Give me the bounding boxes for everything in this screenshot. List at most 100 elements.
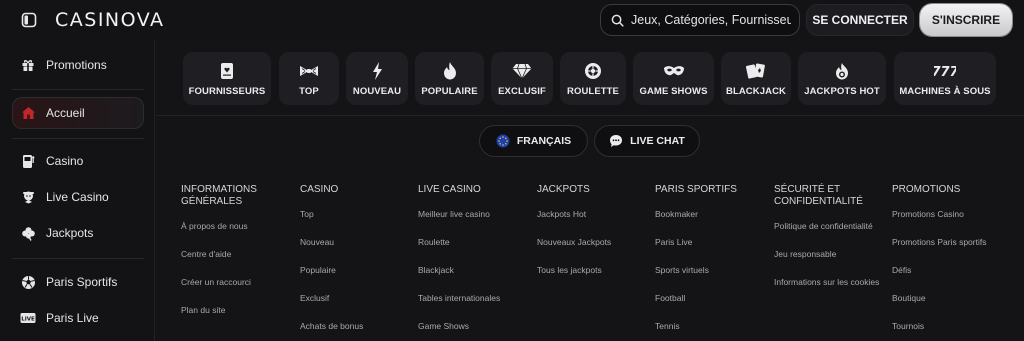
- footer-link[interactable]: Boutique: [892, 292, 1007, 320]
- sidebar-item-paris-sportifs[interactable]: Paris Sportifs: [12, 266, 144, 298]
- main-content: FOURNISSEURS TOP NOUVEAU POPULAIRE EXCLU: [156, 40, 1024, 341]
- category-exclusif[interactable]: EXCLUSIF: [491, 52, 553, 105]
- chat-bubble-icon: [609, 134, 623, 148]
- footer-link[interactable]: Football: [655, 292, 770, 320]
- sidebar-item-promotions[interactable]: Promotions: [12, 49, 144, 81]
- footer-link[interactable]: Tables internationales: [418, 292, 533, 320]
- category-label: JACKPOTS HOT: [804, 85, 880, 97]
- footer-link[interactable]: Sports virtuels: [655, 264, 770, 292]
- category-fournisseurs[interactable]: FOURNISSEURS: [183, 52, 271, 105]
- footer-column-title: PROMOTIONS: [892, 184, 961, 195]
- footer-link[interactable]: Jeu responsable: [774, 248, 889, 276]
- diamond-icon: [512, 61, 532, 81]
- eu-flag-icon: [496, 134, 510, 148]
- footer-link[interactable]: Achats de bonus: [300, 320, 415, 341]
- category-nouveau[interactable]: NOUVEAU: [346, 52, 408, 105]
- sidebar-item-label: Promotions: [46, 58, 107, 72]
- sidebar-item-label: Accueil: [46, 106, 85, 120]
- category-game-shows[interactable]: GAME SHOWS: [633, 52, 714, 105]
- footer-column-jackpots: JACKPOTS Jackpots Hot Nouveaux Jackpots …: [537, 184, 652, 292]
- footer-link[interactable]: Informations sur les cookies: [774, 276, 889, 304]
- footer-link[interactable]: Jackpots Hot: [537, 208, 652, 236]
- footer-link[interactable]: Blackjack: [418, 264, 533, 292]
- provider-icon: [219, 61, 235, 81]
- footer-link[interactable]: Roulette: [418, 236, 533, 264]
- footer-link[interactable]: Meilleur live casino: [418, 208, 533, 236]
- casinova-logo[interactable]: CASINOVA: [55, 9, 165, 31]
- search-icon: [611, 14, 624, 27]
- 777-icon: 777: [934, 61, 956, 81]
- footer-column-live-casino: LIVE CASINO Meilleur live casino Roulett…: [418, 184, 533, 341]
- footer-link[interactable]: Exclusif: [300, 292, 415, 320]
- mask-icon: [663, 61, 685, 81]
- footer-link[interactable]: Game Shows: [418, 320, 533, 341]
- footer-column-title: PARIS SPORTIFS: [655, 184, 737, 195]
- svg-text:777: 777: [934, 65, 956, 78]
- search-input[interactable]: [631, 13, 791, 27]
- sidebar-item-label: Jackpots: [46, 226, 94, 240]
- footer-link[interactable]: Tennis: [655, 320, 770, 341]
- search-box[interactable]: [600, 4, 800, 36]
- footer-link[interactable]: Nouveaux Jackpots: [537, 236, 652, 264]
- footer-column-title: SÉCURITÉ ET CONFIDENTIALITÉ: [774, 184, 863, 207]
- soccer-ball-icon: [20, 274, 36, 290]
- footer-link[interactable]: Promotions Paris sportifs: [892, 236, 1007, 264]
- sidebar-item-live-casino[interactable]: Live Casino: [12, 181, 144, 213]
- footer-column-securite: SÉCURITÉ ET CONFIDENTIALITÉ Politique de…: [774, 184, 889, 304]
- clover-icon: [20, 225, 36, 241]
- footer-column-paris-sportifs: PARIS SPORTIFS Bookmaker Paris Live Spor…: [655, 184, 770, 341]
- sidebar-item-label: Paris Sportifs: [46, 275, 118, 289]
- footer-column-informations: INFORMATIONS GÉNÉRALES À propos de nous …: [181, 184, 296, 332]
- footer-link[interactable]: Défis: [892, 264, 1007, 292]
- login-button[interactable]: SE CONNECTER: [806, 4, 914, 36]
- category-bar: FOURNISSEURS TOP NOUVEAU POPULAIRE EXCLU: [156, 40, 1024, 116]
- lightning-icon: [371, 61, 383, 81]
- sidebar: Promotions Accueil Casino Live Casino Ja…: [0, 40, 155, 341]
- dealer-icon: [20, 189, 36, 205]
- category-label: ROULETTE: [567, 85, 619, 97]
- footer-link[interactable]: Plan du site: [181, 304, 296, 332]
- footer-link[interactable]: Populaire: [300, 264, 415, 292]
- footer-link[interactable]: Bookmaker: [655, 208, 770, 236]
- roulette-icon: [584, 61, 602, 81]
- category-top[interactable]: TOP: [279, 52, 339, 105]
- footer-link[interactable]: Tous les jackpots: [537, 264, 652, 292]
- footer-link[interactable]: Politique de confidentialité: [774, 220, 889, 248]
- category-jackpots-hot[interactable]: JACKPOTS HOT: [798, 52, 886, 105]
- sidebar-item-casino[interactable]: Casino: [12, 145, 144, 177]
- footer-column-promotions: PROMOTIONS Promotions Casino Promotions …: [892, 184, 1007, 341]
- category-roulette[interactable]: ROULETTE: [560, 52, 626, 105]
- footer-link[interactable]: Tournois: [892, 320, 1007, 341]
- top-header: CASINOVA SE CONNECTER S'INSCRIRE: [0, 0, 1024, 40]
- footer-column-title: CASINO: [300, 184, 339, 195]
- footer-link[interactable]: Nouveau: [300, 236, 415, 264]
- live-chat-button[interactable]: LIVE CHAT: [594, 125, 700, 157]
- language-selector[interactable]: FRANÇAIS: [479, 125, 588, 157]
- footer-link[interactable]: Top: [300, 208, 415, 236]
- sidebar-item-label: Paris Live: [46, 311, 99, 325]
- footer-link[interactable]: Créer un raccourci: [181, 276, 296, 304]
- live-icon: LIVE: [20, 310, 36, 326]
- sidebar-item-accueil[interactable]: Accueil: [12, 97, 144, 129]
- footer-link[interactable]: À propos de nous: [181, 220, 296, 248]
- sidebar-divider: [12, 138, 144, 139]
- category-populaire[interactable]: POPULAIRE: [415, 52, 484, 105]
- footer-link[interactable]: Paris Live: [655, 236, 770, 264]
- bow-tie-icon: [299, 61, 319, 81]
- footer-column-title: INFORMATIONS GÉNÉRALES: [181, 184, 257, 207]
- gift-icon: [20, 57, 36, 73]
- sidebar-item-jackpots[interactable]: Jackpots: [12, 217, 144, 249]
- cards-icon: [746, 61, 766, 81]
- category-label: POPULAIRE: [421, 85, 478, 97]
- footer-link[interactable]: Centre d'aide: [181, 248, 296, 276]
- signup-button[interactable]: S'INSCRIRE: [920, 4, 1012, 36]
- sidebar-divider: [12, 258, 144, 259]
- sidebar-toggle-icon[interactable]: [20, 11, 38, 29]
- category-label: BLACKJACK: [725, 85, 786, 97]
- footer-link[interactable]: Promotions Casino: [892, 208, 1007, 236]
- hot-jackpot-icon: [833, 61, 851, 81]
- category-machines-a-sous[interactable]: 777 MACHINES À SOUS: [894, 52, 996, 105]
- sidebar-item-paris-live[interactable]: LIVE Paris Live: [12, 302, 144, 334]
- category-label: GAME SHOWS: [639, 85, 708, 97]
- category-blackjack[interactable]: BLACKJACK: [721, 52, 791, 105]
